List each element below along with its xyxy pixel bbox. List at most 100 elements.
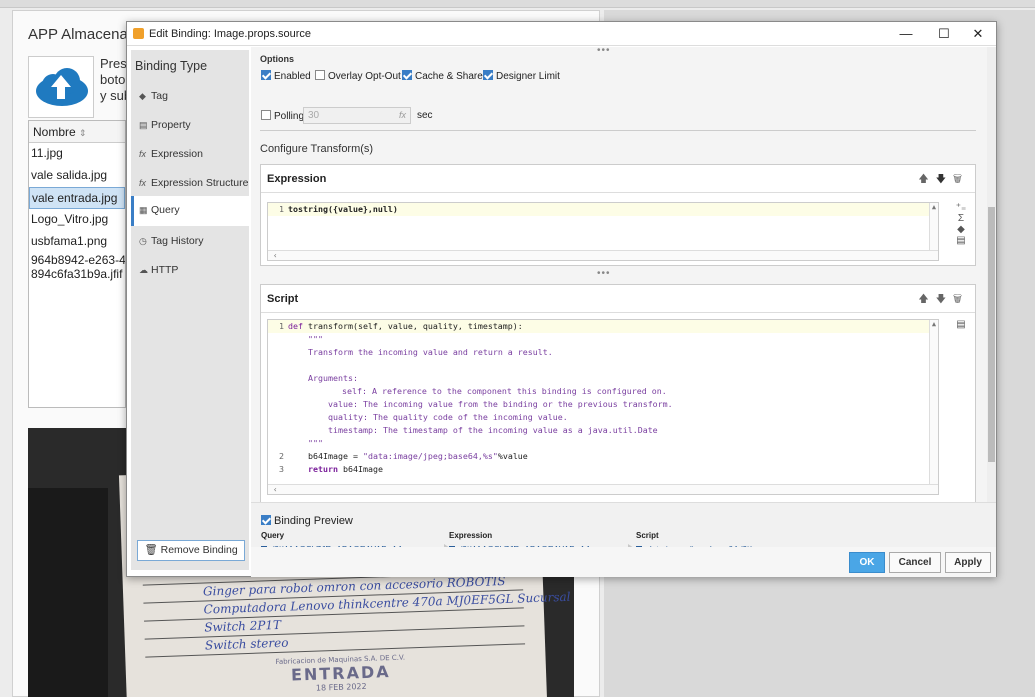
file-list[interactable]: Nombre ⇕ 11.jpg vale salida.jpg vale ent… [28, 120, 126, 408]
clock-icon: ◷ [139, 236, 147, 246]
list-icon[interactable]: ▤ [953, 319, 969, 330]
overlay-opt-out-checkbox[interactable]: Overlay Opt-Out [315, 70, 401, 82]
background-topbar [0, 0, 1035, 8]
binding-type-label: Expression [151, 148, 203, 160]
dialog-footer: OK Cancel Apply [251, 547, 996, 577]
code-token: """ [308, 438, 323, 448]
code-line: Transform the incoming value and return … [268, 346, 938, 359]
remove-binding-button[interactable]: 🗑 Remove Binding [137, 540, 245, 561]
cloud-icon: ☁ [139, 265, 148, 275]
app-icon [133, 28, 144, 39]
code-token: self: A reference to the component this … [342, 386, 667, 396]
main-vertical-scrollbar[interactable] [987, 47, 996, 502]
checkbox-box [261, 70, 271, 80]
preview-script-heading: Script [636, 531, 659, 540]
preview-expression-heading: Expression [449, 531, 493, 540]
list-item[interactable]: usbfama1.png [29, 231, 125, 253]
expression-title: Expression [267, 173, 327, 185]
binding-type-property[interactable]: ▤ Property [131, 111, 249, 139]
keyboard-shape [28, 488, 108, 697]
fx-icon[interactable]: fx [399, 110, 406, 120]
checkbox-box [483, 70, 493, 80]
binding-type-tag-history[interactable]: ◷ Tag History [131, 227, 249, 255]
list-item[interactable]: Logo_Vitro.jpg [29, 209, 125, 231]
drag-handle[interactable]: ••• [597, 268, 611, 279]
code-line: quality: The quality code of the incomin… [268, 411, 938, 424]
binding-preview-checkbox[interactable]: Binding Preview [261, 515, 353, 527]
code-token: b64Image [337, 464, 383, 474]
binding-type-query[interactable]: ▦ Query [131, 196, 249, 226]
transform-controls: 🡅🡇🗑 [918, 172, 969, 189]
polling-interval-input[interactable]: 30 fx [303, 107, 411, 124]
scrollbar-thumb[interactable] [988, 207, 995, 462]
binding-type-tag[interactable]: ◆ Tag [131, 82, 249, 110]
move-up-icon[interactable]: 🡅 [918, 294, 935, 305]
code-token: transform(self, value, quality, timestam… [303, 321, 523, 331]
list-item-selected[interactable]: vale entrada.jpg [29, 187, 125, 209]
list-item[interactable]: 964b8942-e263-493a [29, 253, 125, 267]
move-up-icon[interactable]: 🡅 [918, 174, 935, 185]
script-editor[interactable]: 1 def transform(self, value, quality, tim… [267, 319, 939, 495]
polling-checkbox[interactable]: Polling [261, 110, 304, 122]
ok-button[interactable]: OK [849, 552, 885, 573]
trash-icon: 🗑 [144, 544, 158, 556]
code-line: Arguments: [268, 372, 938, 385]
binding-type-label: Property [151, 119, 191, 131]
line-number: 2 [279, 451, 284, 461]
designer-limit-checkbox[interactable]: Designer Limit [483, 70, 560, 82]
vertical-scrollbar[interactable]: ▲ [929, 320, 938, 484]
apply-button[interactable]: Apply [945, 552, 991, 573]
expression-editor[interactable]: 1 tostring({value},null) ▲ ‹ [267, 202, 939, 261]
sigma-icon[interactable]: Σ [953, 213, 969, 224]
list-item-continued: 894c6fa31b9a.jfif [31, 267, 123, 281]
add-property-icon[interactable]: ⁺₌ [953, 202, 969, 213]
code-line: 2 b64Image = "data:image/jpeg;base64,%s"%… [268, 450, 938, 463]
binding-type-expression-structure[interactable]: fx Expression Structure [131, 169, 249, 197]
query-icon: ▦ [139, 205, 148, 215]
file-list-header[interactable]: Nombre ⇕ [29, 121, 125, 143]
cache-share-checkbox[interactable]: Cache & Share [402, 70, 483, 82]
expression-header: Expression 🡅🡇🗑 [261, 165, 975, 193]
tag-browse-icon[interactable]: ◆ [953, 224, 969, 235]
move-down-icon[interactable]: 🡇 [936, 294, 953, 305]
enabled-checkbox[interactable]: Enabled [261, 70, 311, 82]
trash-icon[interactable]: 🗑 [953, 174, 969, 185]
dialog-title: Edit Binding: Image.props.source [149, 28, 312, 40]
sort-icon: ⇕ [79, 128, 87, 138]
expression-transform: Expression 🡅🡇🗑 1 tostring({value},null) ▲… [260, 164, 976, 266]
script-transform: Script 🡅🡇🗑 1 def transform(self, value, q… [260, 284, 976, 502]
list-icon[interactable]: ▤ [953, 235, 969, 246]
transform-controls: 🡅🡇🗑 [918, 292, 969, 309]
upload-button[interactable] [28, 56, 94, 118]
maximize-button[interactable]: ☐ [930, 25, 958, 43]
horizontal-scrollbar[interactable]: ‹ [268, 250, 938, 260]
expression-tools: ⁺₌ Σ ◆ ▤ [953, 202, 969, 246]
code-line: """ [268, 437, 938, 450]
trash-icon[interactable]: 🗑 [953, 294, 969, 305]
fx-icon: fx [139, 178, 147, 188]
minimize-button[interactable]: — [892, 25, 920, 43]
cancel-button[interactable]: Cancel [889, 552, 941, 573]
move-down-icon[interactable]: 🡇 [936, 174, 953, 185]
binding-type-label: Query [151, 204, 180, 216]
horizontal-scrollbar[interactable]: ‹ [268, 484, 938, 494]
divider [260, 130, 976, 131]
binding-type-expression[interactable]: fx Expression [131, 140, 249, 168]
code-token: "data:image/jpeg;base64,%s" [362, 451, 498, 461]
binding-type-label: Expression Structure [151, 177, 249, 189]
vertical-scrollbar[interactable]: ▲ [929, 203, 938, 250]
binding-type-sidebar: Binding Type ◆ Tag ▤ Property fx Expression… [131, 50, 249, 570]
list-item[interactable]: vale salida.jpg [29, 165, 125, 187]
code-token: value: The incoming value from the bindi… [328, 399, 673, 409]
code-token: def [288, 321, 303, 331]
dialog-titlebar[interactable]: Edit Binding: Image.props.source — ☐ ✕ [127, 22, 996, 46]
drag-handle[interactable]: ••• [597, 47, 611, 56]
code-token: b64Image = [308, 451, 363, 461]
sidebar-title: Binding Type [135, 59, 208, 73]
list-item[interactable]: 11.jpg [29, 143, 125, 165]
close-button[interactable]: ✕ [964, 25, 992, 43]
script-tools: ▤ [953, 319, 969, 330]
checkbox-label: Enabled [274, 71, 311, 82]
binding-type-http[interactable]: ☁ HTTP [131, 256, 249, 284]
polling-value: 30 [308, 110, 320, 121]
